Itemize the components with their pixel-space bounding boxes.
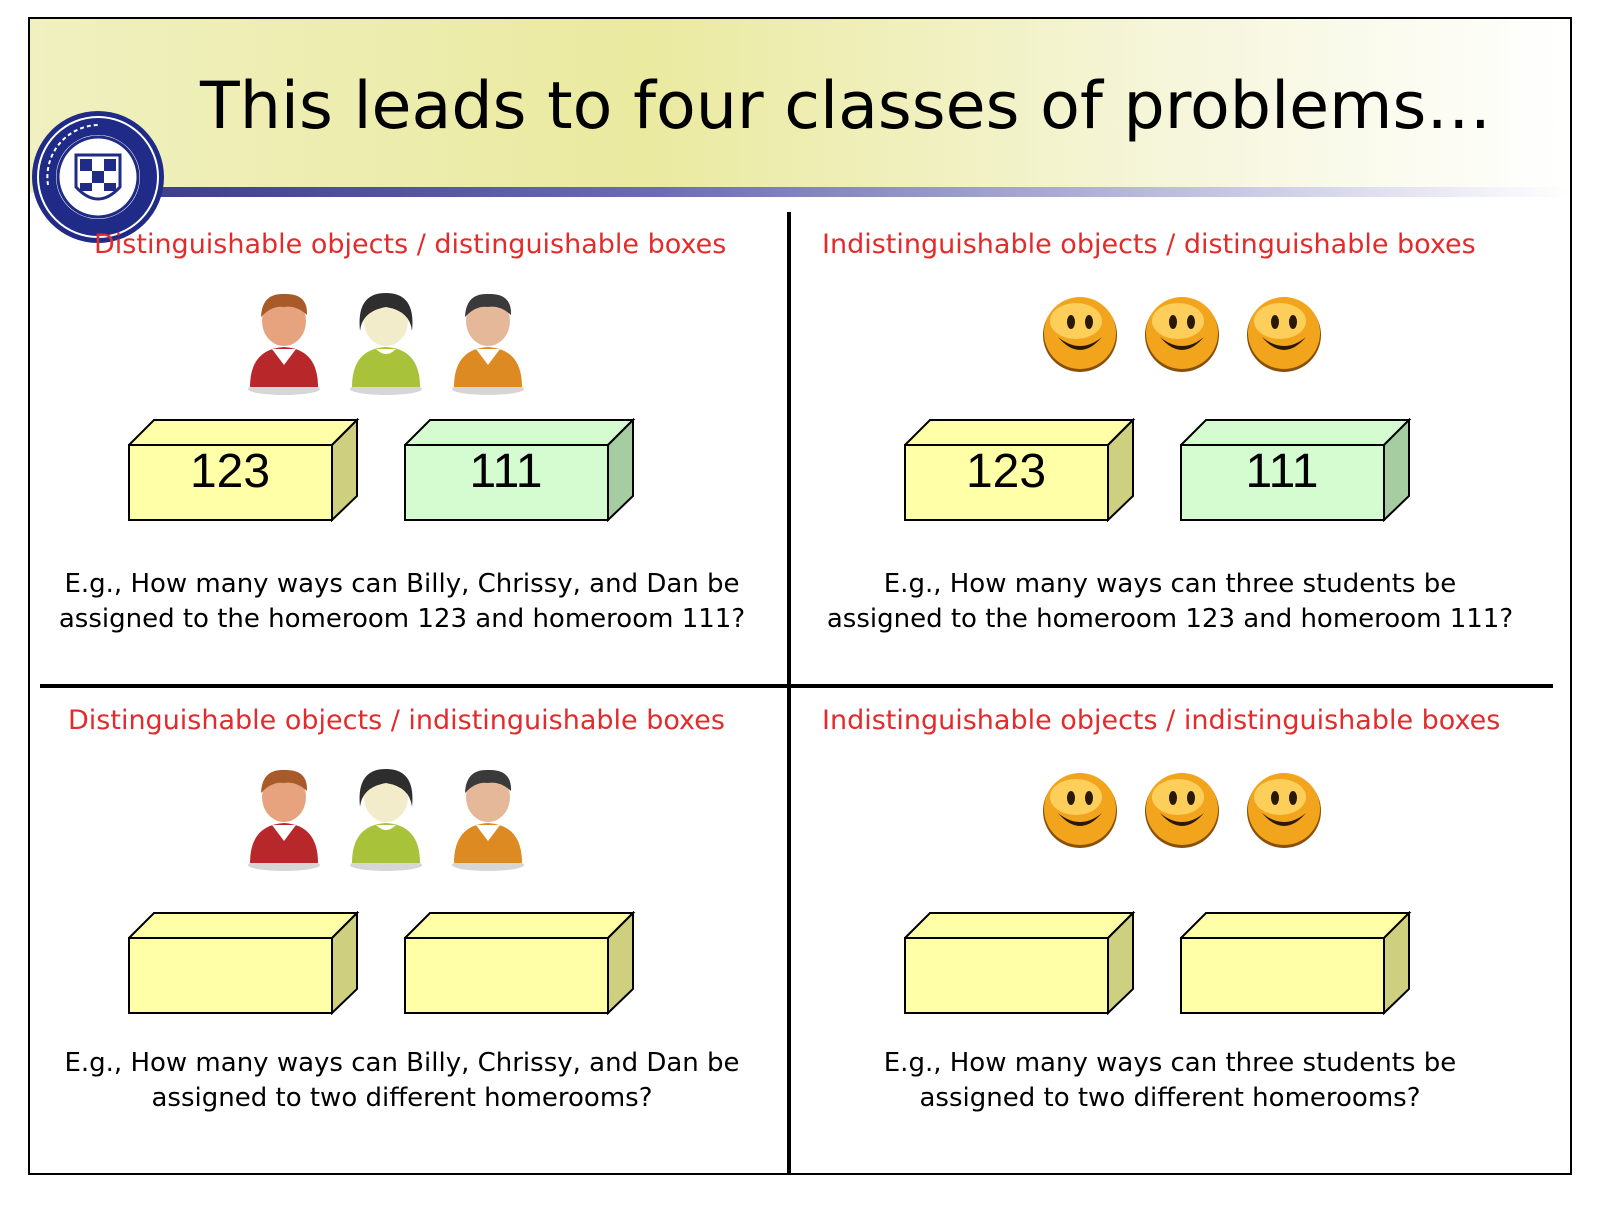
box-homeroom: 123 [904,418,1136,522]
box-label: 111 [1245,445,1319,498]
question-line: E.g., How many ways can three students b… [883,1048,1457,1078]
object-group [1040,293,1324,403]
object-group [1040,769,1324,879]
smiley-icon [1145,297,1219,372]
question-line: assigned to the homeroom 123 and homeroo… [826,604,1514,634]
person-icon [452,769,524,871]
box-homeroom [128,911,360,1015]
person-icon [452,293,524,395]
object-group [242,287,530,397]
quadrant-heading: Distinguishable objects / indistinguisha… [68,705,725,736]
smiley-icon [1247,297,1321,372]
header-rule [158,187,1570,197]
question-line: assigned to two different homerooms? [919,1083,1421,1113]
smiley-icon [1043,773,1117,848]
box-group [128,911,648,1021]
quadrant-distinguishable-indistinguishable: Distinguishable objects / indistinguisha… [32,691,772,1161]
slide: This leads to four classes of problems… … [28,17,1572,1175]
smiley-icon [1043,297,1117,372]
vertical-divider [787,212,791,1173]
quadrant-heading: Indistinguishable objects / indistinguis… [822,705,1501,736]
smiley-icon [1247,773,1321,848]
slide-title: This leads to four classes of problems… [200,69,1492,144]
question-line: E.g., How many ways can Billy, Chrissy, … [64,569,740,599]
example-question: E.g., How many ways can Billy, Chrissy, … [32,567,772,637]
box-homeroom: 111 [404,418,636,522]
box-label: 111 [469,445,543,498]
box-group: 123 111 [128,418,648,528]
box-homeroom: 111 [1180,418,1412,522]
quadrant-indistinguishable-distinguishable: Indistinguishable objects / distinguisha… [800,215,1540,685]
box-homeroom [904,911,1136,1015]
example-question: E.g., How many ways can three students b… [800,567,1540,637]
question-line: assigned to the homeroom 123 and homeroo… [58,604,746,634]
box-homeroom [404,911,636,1015]
quadrant-distinguishable-distinguishable: Distinguishable objects / distinguishabl… [32,215,772,685]
person-icon [248,769,320,871]
question-line: E.g., How many ways can Billy, Chrissy, … [64,1048,740,1078]
person-icon [350,293,422,395]
example-question: E.g., How many ways can Billy, Chrissy, … [32,1046,772,1116]
quadrant-heading: Indistinguishable objects / distinguisha… [822,229,1476,260]
box-label: 123 [189,445,271,498]
box-group: 123 111 [904,418,1424,528]
box-homeroom: 123 [128,418,360,522]
box-homeroom [1180,911,1412,1015]
person-icon [248,293,320,395]
example-question: E.g., How many ways can three students b… [800,1046,1540,1116]
box-label: 123 [965,445,1047,498]
box-group [904,911,1424,1021]
smiley-icon [1145,773,1219,848]
person-icon [350,769,422,871]
quadrant-heading: Distinguishable objects / distinguishabl… [94,229,727,260]
question-line: E.g., How many ways can three students b… [883,569,1457,599]
object-group [242,763,530,873]
quadrant-indistinguishable-indistinguishable: Indistinguishable objects / indistinguis… [800,691,1540,1161]
question-line: assigned to two different homerooms? [151,1083,653,1113]
